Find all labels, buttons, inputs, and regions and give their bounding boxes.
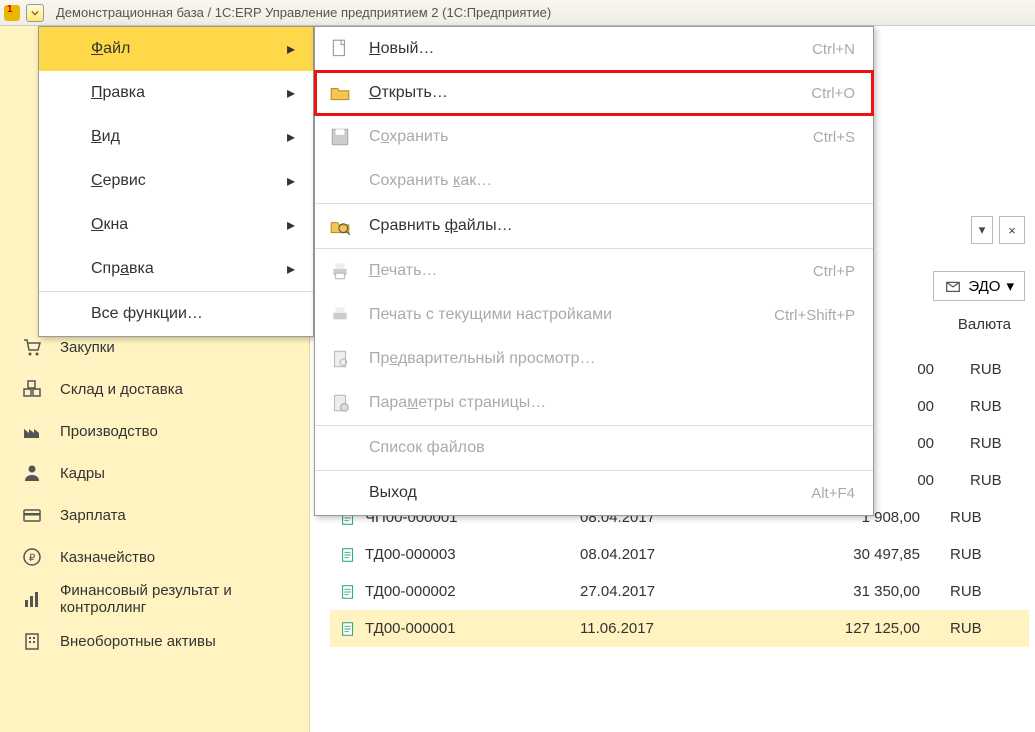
compare-files-icon	[329, 215, 351, 237]
app-icon	[4, 5, 20, 21]
menu-item-service[interactable]: Сервис▸	[39, 159, 313, 203]
main-menu-panel: Файл ▸ Правка▸ Вид▸ Сервис▸ Окна▸ Справк…	[38, 26, 314, 337]
chevron-right-icon: ▸	[287, 215, 295, 235]
edo-button[interactable]: ЭДО ▾	[933, 271, 1025, 301]
menu-item-help[interactable]: Справка▸	[39, 247, 313, 291]
table-row[interactable]: ТД00-000001 11.06.2017 127 125,00 RUB	[330, 610, 1029, 647]
chevron-right-icon: ▸	[287, 83, 295, 103]
document-icon	[330, 546, 365, 564]
factory-icon	[22, 421, 42, 441]
menu-item-compare[interactable]: Сравнить файлы…	[315, 204, 873, 248]
column-header-currency[interactable]: Валюта	[958, 316, 1011, 333]
chart-icon	[22, 589, 42, 609]
sidebar-item-hr[interactable]: Кадры	[0, 452, 309, 494]
menu-item-view[interactable]: Вид▸	[39, 115, 313, 159]
sidebar-item-warehouse[interactable]: Склад и доставка	[0, 368, 309, 410]
menu-item-windows[interactable]: Окна▸	[39, 203, 313, 247]
preview-icon	[329, 348, 351, 370]
menu-item-print-current[interactable]: Печать с текущими настройками Ctrl+Shift…	[315, 293, 873, 337]
save-icon	[329, 126, 351, 148]
chevron-down-icon	[31, 9, 39, 17]
sidebar-item-assets[interactable]: Внеоборотные активы	[0, 620, 309, 662]
new-file-icon	[329, 38, 351, 60]
menu-item-filelist[interactable]: Список файлов	[315, 426, 873, 470]
open-folder-icon	[329, 82, 351, 104]
chevron-right-icon: ▸	[287, 39, 295, 59]
main-menu-button[interactable]	[26, 4, 44, 22]
page-setup-icon	[329, 392, 351, 414]
building-icon	[22, 631, 42, 651]
document-icon	[330, 583, 365, 601]
sidebar-item-finresult[interactable]: Финансовый результат и контроллинг	[0, 578, 309, 620]
svg-text:₽: ₽	[29, 553, 36, 564]
file-menu-panel: Новый… Ctrl+N Открыть… Ctrl+O Сохранить …	[314, 26, 874, 516]
card-icon	[22, 505, 42, 525]
ruble-icon: ₽	[22, 547, 42, 567]
menu-item-page-setup[interactable]: Параметры страницы…	[315, 381, 873, 425]
table-row[interactable]: ТД00-000003 08.04.2017 30 497,85 RUB	[330, 536, 1029, 573]
print-icon	[329, 260, 351, 282]
toolbar-clear-button[interactable]: ×	[999, 216, 1025, 244]
menu-item-save[interactable]: Сохранить Ctrl+S	[315, 115, 873, 159]
menu-item-edit[interactable]: Правка▸	[39, 71, 313, 115]
sidebar-item-production[interactable]: Производство	[0, 410, 309, 452]
edo-icon	[944, 277, 962, 295]
menu-item-open[interactable]: Открыть… Ctrl+O	[315, 71, 873, 115]
toolbar-fragment: ▾ ×	[971, 216, 1025, 244]
print-icon	[329, 304, 351, 326]
menu-item-file[interactable]: Файл ▸	[39, 27, 313, 71]
toolbar-dropdown-button[interactable]: ▾	[971, 216, 993, 244]
person-icon	[22, 463, 42, 483]
titlebar: Демонстрационная база / 1C:ERP Управлени…	[0, 0, 1035, 26]
menu-item-all-functions[interactable]: Все функции…	[39, 292, 313, 336]
window-title: Демонстрационная база / 1C:ERP Управлени…	[56, 5, 551, 20]
chevron-down-icon: ▾	[1006, 277, 1014, 295]
table-row[interactable]: ТД00-000002 27.04.2017 31 350,00 RUB	[330, 573, 1029, 610]
menu-item-print[interactable]: Печать… Ctrl+P	[315, 249, 873, 293]
chevron-right-icon: ▸	[287, 259, 295, 279]
sidebar-item-treasury[interactable]: ₽ Казначейство	[0, 536, 309, 578]
sidebar-item-salary[interactable]: Зарплата	[0, 494, 309, 536]
menu-item-new[interactable]: Новый… Ctrl+N	[315, 27, 873, 71]
document-icon	[330, 620, 365, 638]
menu-item-saveas[interactable]: Сохранить как…	[315, 159, 873, 203]
cart-icon	[22, 337, 42, 357]
menu-item-preview[interactable]: Предварительный просмотр…	[315, 337, 873, 381]
chevron-right-icon: ▸	[287, 127, 295, 147]
menu-item-exit[interactable]: Выход Alt+F4	[315, 471, 873, 515]
chevron-right-icon: ▸	[287, 171, 295, 191]
boxes-icon	[22, 379, 42, 399]
